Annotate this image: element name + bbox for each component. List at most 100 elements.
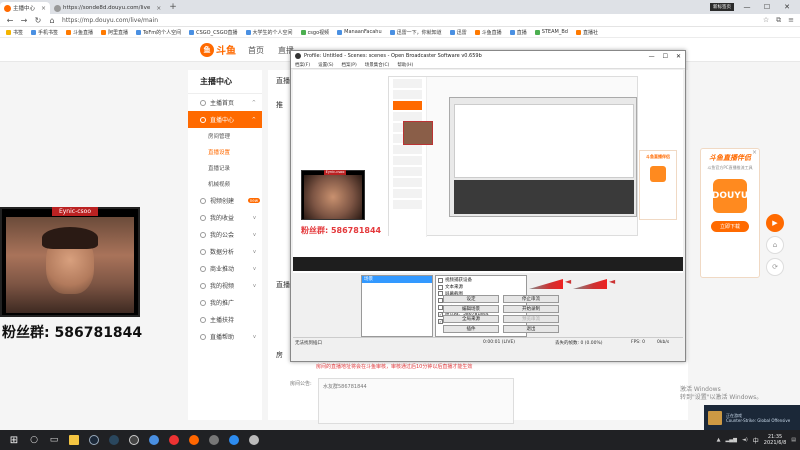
steam-icon-2[interactable] bbox=[107, 433, 121, 447]
source-checkbox[interactable] bbox=[438, 277, 443, 283]
app-taskbar-icon[interactable] bbox=[247, 433, 261, 447]
bookmark-item[interactable]: 手机书签 bbox=[31, 29, 58, 36]
tab-zhubo-center[interactable]: 主播中心 × bbox=[0, 2, 51, 14]
scenes-list[interactable]: 场景 bbox=[361, 275, 433, 337]
bookmark-item[interactable]: STEAM_Bd bbox=[534, 29, 568, 35]
volume-icon[interactable]: ◄) bbox=[742, 437, 748, 443]
bookmark-item[interactable]: 迅雷 bbox=[449, 29, 467, 36]
minimize-icon[interactable]: — bbox=[740, 3, 754, 11]
bookmark-item[interactable]: 书签 bbox=[6, 29, 23, 36]
bookmark-item[interactable]: ManaanFacahu bbox=[337, 29, 382, 35]
sidebar-item[interactable]: 视频创建 new bbox=[188, 192, 262, 209]
sidebar-subitem[interactable]: 直播设置 bbox=[188, 144, 262, 160]
obs-menu-item[interactable]: 设置(S) bbox=[318, 62, 333, 68]
scene-item-selected[interactable]: 场景 bbox=[362, 276, 432, 283]
douyu-logo[interactable]: 鱼 斗鱼 bbox=[200, 42, 236, 57]
sidebar-item[interactable]: 我的推广 bbox=[188, 294, 262, 311]
bookmark-item[interactable]: 大学生的个人空间 bbox=[245, 29, 293, 36]
bookmark-item[interactable]: 直播 bbox=[509, 29, 527, 36]
source-item[interactable]: 文本来源 bbox=[438, 284, 524, 291]
star-icon[interactable]: ☆ bbox=[763, 16, 769, 25]
obs-button[interactable]: 设定 bbox=[443, 295, 499, 303]
play-icon[interactable]: ▶ bbox=[766, 214, 784, 232]
bookmark-item[interactable]: 斗鱼直播 bbox=[474, 29, 502, 36]
obs-button[interactable]: 停止串流 bbox=[503, 295, 559, 303]
bookmark-item[interactable]: TeFm的个人空间 bbox=[136, 29, 181, 36]
bookmark-item[interactable]: 阿里直播 bbox=[101, 29, 128, 36]
mic-icon[interactable]: ◄ bbox=[565, 277, 571, 286]
close-ad-icon[interactable]: × bbox=[752, 149, 757, 156]
app-taskbar-icon[interactable] bbox=[187, 433, 201, 447]
tab-live-url[interactable]: https://sonde8d.douyu.com/live × bbox=[50, 2, 165, 14]
sidebar-item[interactable]: 直播中心 ^ bbox=[188, 111, 262, 128]
bookmark-item[interactable]: 斗鱼直播 bbox=[66, 29, 93, 36]
mic-level-meter[interactable] bbox=[529, 279, 563, 289]
sidebar-item[interactable]: 我的视频 v bbox=[188, 277, 262, 294]
forward-icon[interactable]: → bbox=[20, 16, 28, 25]
source-item[interactable]: 视频捕获设备 bbox=[438, 277, 524, 284]
menu-icon[interactable]: ≡ bbox=[788, 16, 794, 25]
sidebar-item[interactable]: 主播首页 ^ bbox=[188, 94, 262, 111]
obs-button[interactable]: 插件 bbox=[443, 325, 499, 333]
obs-button[interactable]: 预览串流 bbox=[503, 315, 559, 323]
app-taskbar-icon[interactable] bbox=[207, 433, 221, 447]
sidebar-item[interactable]: 直播帮助 v bbox=[188, 328, 262, 345]
nav-link-home[interactable]: 首页 bbox=[248, 45, 264, 56]
app-taskbar-icon[interactable] bbox=[227, 433, 241, 447]
app-taskbar-icon[interactable] bbox=[167, 433, 181, 447]
download-button[interactable]: 立即下载 bbox=[711, 221, 749, 232]
obs-title-bar[interactable]: Profile: Untitled - Scenes: scenes - Ope… bbox=[291, 51, 685, 61]
obs-close-icon[interactable]: ✕ bbox=[676, 53, 681, 60]
url-field[interactable]: https://mp.douyu.com/live/main bbox=[62, 17, 158, 24]
close-window-icon[interactable]: ✕ bbox=[780, 3, 794, 11]
sidebar-subitem[interactable]: 房间管理 bbox=[188, 128, 262, 144]
sidebar-item[interactable]: 我的收益 v bbox=[188, 209, 262, 226]
extension-icon[interactable]: ⧉ bbox=[776, 16, 781, 25]
task-view-icon[interactable]: ▭ bbox=[47, 433, 61, 447]
search-icon[interactable]: ○ bbox=[27, 433, 41, 447]
network-icon[interactable]: ▂▄▆ bbox=[725, 437, 737, 443]
sidebar-item[interactable]: 数据分析 v bbox=[188, 243, 262, 260]
close-tab-icon[interactable]: × bbox=[41, 5, 46, 12]
douyu-companion-ad[interactable]: × 斗鱼直播伴侣 斗鱼官方PC直播推流工具 DOUYU 立即下载 bbox=[700, 148, 760, 278]
refresh-float-icon[interactable]: ⟳ bbox=[766, 258, 784, 276]
bookmark-item[interactable]: 直播社 bbox=[575, 29, 598, 36]
obs-preview[interactable]: Eynic-csoo 粉丝群: 586781844 斗鱼直播伴侣 bbox=[293, 70, 683, 274]
obs-minimize-icon[interactable]: — bbox=[649, 53, 655, 60]
obs-menu-item[interactable]: 帮助(H) bbox=[397, 62, 413, 68]
home-icon[interactable]: ⌂ bbox=[48, 16, 56, 25]
steam-icon[interactable] bbox=[87, 433, 101, 447]
desktop-level-meter[interactable] bbox=[573, 279, 607, 289]
home-float-icon[interactable]: ⌂ bbox=[766, 236, 784, 254]
source-checkbox[interactable] bbox=[438, 284, 443, 290]
bookmark-item[interactable]: CSGO_CSGO直播 bbox=[189, 29, 238, 36]
obs-button[interactable]: 全局来源 bbox=[443, 315, 499, 323]
bookmark-item[interactable]: 迅雷一下，你就知道 bbox=[389, 29, 442, 36]
sidebar-item[interactable]: 我的公会 v bbox=[188, 226, 262, 243]
sidebar-subitem[interactable]: 机械视频 bbox=[188, 176, 262, 192]
obs-maximize-icon[interactable]: ☐ bbox=[663, 53, 668, 60]
notice-textarea[interactable]: 水友群586781844 bbox=[318, 378, 514, 424]
reload-icon[interactable]: ↻ bbox=[34, 16, 42, 25]
notification-icon[interactable]: ▤ bbox=[791, 437, 796, 443]
sidebar-subitem[interactable]: 直播记录 bbox=[188, 160, 262, 176]
maximize-icon[interactable]: ☐ bbox=[760, 3, 774, 11]
obs-menu-item[interactable]: 档案(F) bbox=[295, 62, 310, 68]
sidebar-item[interactable]: 商业推动 v bbox=[188, 260, 262, 277]
new-tab-button[interactable]: + bbox=[165, 2, 181, 12]
obs-menu-item[interactable]: 档案(P) bbox=[341, 62, 356, 68]
obs-button[interactable]: 编辑场景 bbox=[443, 305, 499, 313]
input-language[interactable]: 中 bbox=[753, 436, 759, 445]
tray-expand-icon[interactable]: ▲ bbox=[717, 437, 721, 443]
windows-start-icon[interactable]: ⊞ bbox=[7, 433, 21, 447]
system-clock[interactable]: 21:35 2021/6/8 bbox=[764, 434, 786, 446]
bookmark-item[interactable]: csgo视频 bbox=[300, 29, 329, 36]
obs-taskbar-icon[interactable] bbox=[127, 433, 141, 447]
sidebar-item[interactable]: 主播扶持 bbox=[188, 311, 262, 328]
close-tab-icon[interactable]: × bbox=[156, 5, 161, 12]
back-icon[interactable]: ← bbox=[6, 16, 14, 25]
speaker-icon[interactable]: ◄ bbox=[609, 277, 615, 286]
obs-menu-item[interactable]: 场景集合(C) bbox=[365, 62, 390, 68]
steam-notification[interactable]: 正在游戏 Counter-Strike: Global Offensive bbox=[704, 405, 800, 430]
obs-button[interactable]: 退出 bbox=[503, 325, 559, 333]
